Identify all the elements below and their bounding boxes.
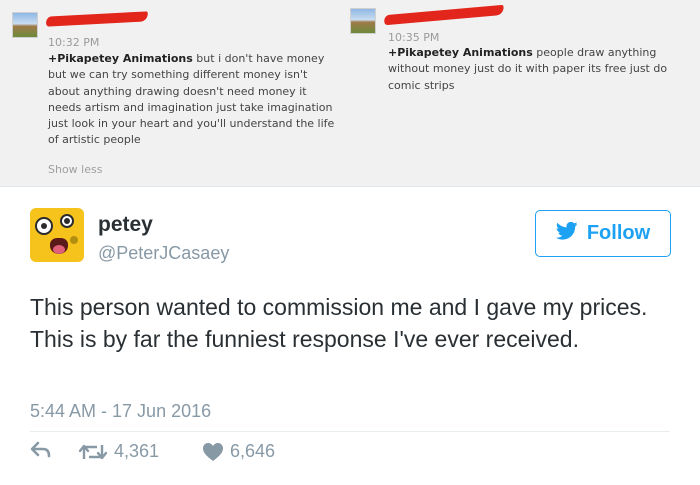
user-handle[interactable]: @PeterJCasaey — [98, 243, 229, 264]
avatar[interactable] — [30, 208, 84, 262]
retweet-count: 4,361 — [114, 441, 160, 461]
follow-button[interactable]: Follow — [535, 210, 671, 257]
like-button[interactable]: 6,646 — [202, 441, 275, 462]
redacted-username — [45, 11, 149, 27]
avatar-mouth — [50, 238, 68, 254]
tweet-card: petey @PeterJCasaey Follow This person w… — [0, 186, 700, 485]
avatar-cheek — [70, 236, 78, 244]
reply-arrow-icon — [30, 441, 52, 459]
follow-label: Follow — [586, 222, 651, 244]
display-name[interactable]: petey — [98, 213, 153, 237]
comment-text: +Pikapetey Animations but i don't have m… — [48, 51, 338, 149]
comment-mention[interactable]: +Pikapetey Animations — [48, 52, 193, 65]
retweet-button[interactable]: 4,361 — [78, 441, 159, 462]
comment-screenshot: 10:32 PM +Pikapetey Animations but i don… — [0, 0, 700, 186]
avatar-eye — [60, 214, 74, 228]
comment-timestamp: 10:35 PM — [388, 31, 440, 44]
reply-button[interactable] — [30, 441, 52, 459]
tweet-text: This person wanted to commission me and … — [30, 294, 648, 352]
show-less-link[interactable]: Show less — [48, 163, 102, 176]
comment-text: +Pikapetey Animations people draw anythi… — [388, 45, 668, 94]
divider — [30, 431, 670, 432]
like-count: 6,646 — [230, 441, 276, 461]
avatar-eye — [35, 217, 53, 235]
commenter-avatar — [12, 12, 38, 38]
redacted-username — [383, 4, 505, 26]
comment-body: but i don't have money but we can try so… — [48, 52, 335, 147]
heart-icon — [202, 442, 224, 462]
twitter-bird-icon — [555, 221, 578, 247]
retweet-icon — [78, 442, 108, 462]
tweet-timestamp[interactable]: 5:44 AM - 17 Jun 2016 — [30, 401, 211, 422]
comment-mention[interactable]: +Pikapetey Animations — [388, 46, 533, 59]
comment-timestamp: 10:32 PM — [48, 36, 100, 49]
commenter-avatar — [350, 8, 376, 34]
